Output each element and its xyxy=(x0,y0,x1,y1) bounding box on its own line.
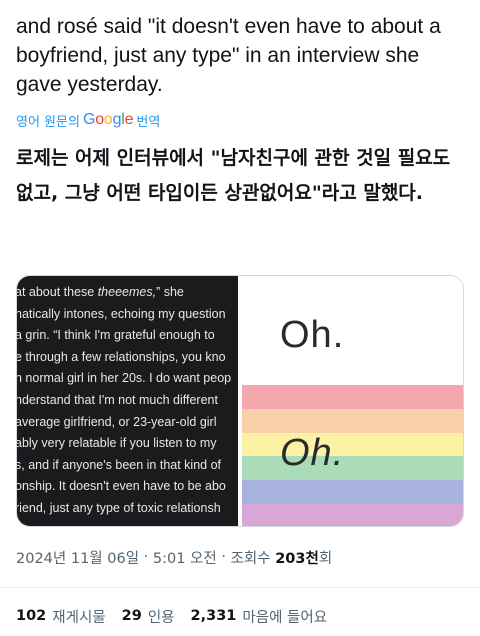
article-line: e through a few relationships, you kno xyxy=(17,349,226,364)
divider xyxy=(0,587,480,588)
quotes-count[interactable]: 29 xyxy=(122,608,142,624)
rainbow-band xyxy=(242,456,463,481)
article-line: a grin. “I think I'm grateful enough to xyxy=(17,328,215,343)
article-line: onship. It doesn't even have to be abo xyxy=(17,479,226,494)
translation-suffix: 번역 xyxy=(136,114,161,130)
oh-text-bottom: Oh. xyxy=(280,432,345,474)
oh-text-top: Oh. xyxy=(280,314,345,356)
attached-media[interactable]: at about these theeemes,” she natically i… xyxy=(16,275,464,527)
likes-label[interactable]: 마음에 들어요 xyxy=(242,606,327,627)
separator-dot: · xyxy=(139,549,153,565)
translation-prefix: 영어 원문의 xyxy=(16,114,80,130)
oh-meme-image[interactable]: Oh. Oh. xyxy=(242,276,463,526)
google-logo-letter: G xyxy=(82,111,96,128)
post-timestamp-row: 2024년 11월 06일 · 5:01 오전 · 조회수 203천 회 xyxy=(16,546,332,568)
post-time[interactable]: 5:01 오전 xyxy=(153,547,217,568)
article-line: n normal girl in her 20s. I do want peop xyxy=(17,371,232,386)
rainbow-band xyxy=(242,504,463,526)
retweets-label[interactable]: 재게시물 xyxy=(52,606,105,627)
article-line: s, and if anyone's been in that kind of xyxy=(17,457,221,472)
article-screenshot-image[interactable]: at about these theeemes,” she natically i… xyxy=(17,276,239,526)
post-date[interactable]: 2024년 11월 06일 xyxy=(16,547,139,568)
rainbow-band xyxy=(242,385,463,409)
translated-post-text: 로제는 어제 인터뷰에서 "남자친구에 관한 것일 필요도 없고, 그냥 어떤 … xyxy=(16,147,451,204)
article-line: natically intones, echoing my question xyxy=(17,306,226,321)
views-suffix: 회 xyxy=(318,550,333,567)
article-line: ably very relatable if you listen to my xyxy=(17,436,217,451)
google-logo-letter: e xyxy=(124,111,134,128)
article-line: at about these theeemes,” she xyxy=(17,285,184,299)
rainbow-stripes xyxy=(242,385,463,526)
views-label: 조회수 xyxy=(230,550,271,567)
article-line: average girlfriend, or 23-year-old girl xyxy=(17,414,217,429)
engagement-stats: 102 재게시물 29 인용 2,331 마음에 들어요 xyxy=(16,605,337,627)
google-logo-letter: o xyxy=(103,111,113,128)
translated-by-google-link[interactable]: 영어 원문의 Google 번역 xyxy=(16,109,160,131)
quotes-label[interactable]: 인용 xyxy=(148,606,175,627)
views-count: 203천 xyxy=(275,550,319,567)
separator-dot: · xyxy=(216,549,231,565)
google-logo: Google xyxy=(82,111,134,129)
likes-count[interactable]: 2,331 xyxy=(191,608,237,624)
article-line: nderstand that I'm not much different xyxy=(17,392,218,407)
google-logo-letter: o xyxy=(95,111,104,128)
rainbow-band xyxy=(242,432,463,457)
rainbow-band xyxy=(242,408,463,433)
rainbow-band xyxy=(242,480,463,505)
article-line: riend, just any type of toxic relationsh xyxy=(17,500,221,515)
retweets-count[interactable]: 102 xyxy=(16,608,46,624)
google-logo-letter: g xyxy=(112,111,122,128)
post-text: and rosé said "it doesn't even have to a… xyxy=(16,15,441,96)
